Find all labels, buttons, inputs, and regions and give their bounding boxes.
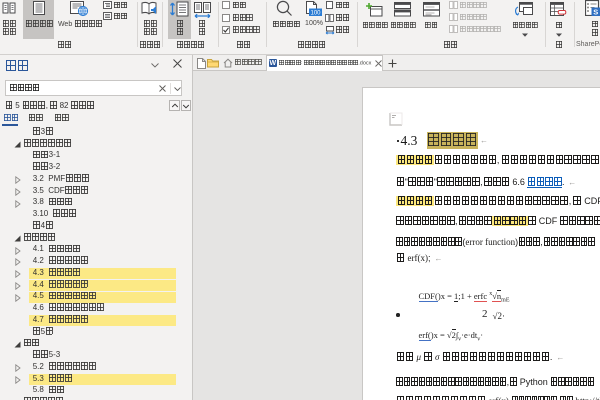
svg-text:100: 100: [310, 11, 321, 17]
svg-text:S: S: [593, 8, 598, 17]
